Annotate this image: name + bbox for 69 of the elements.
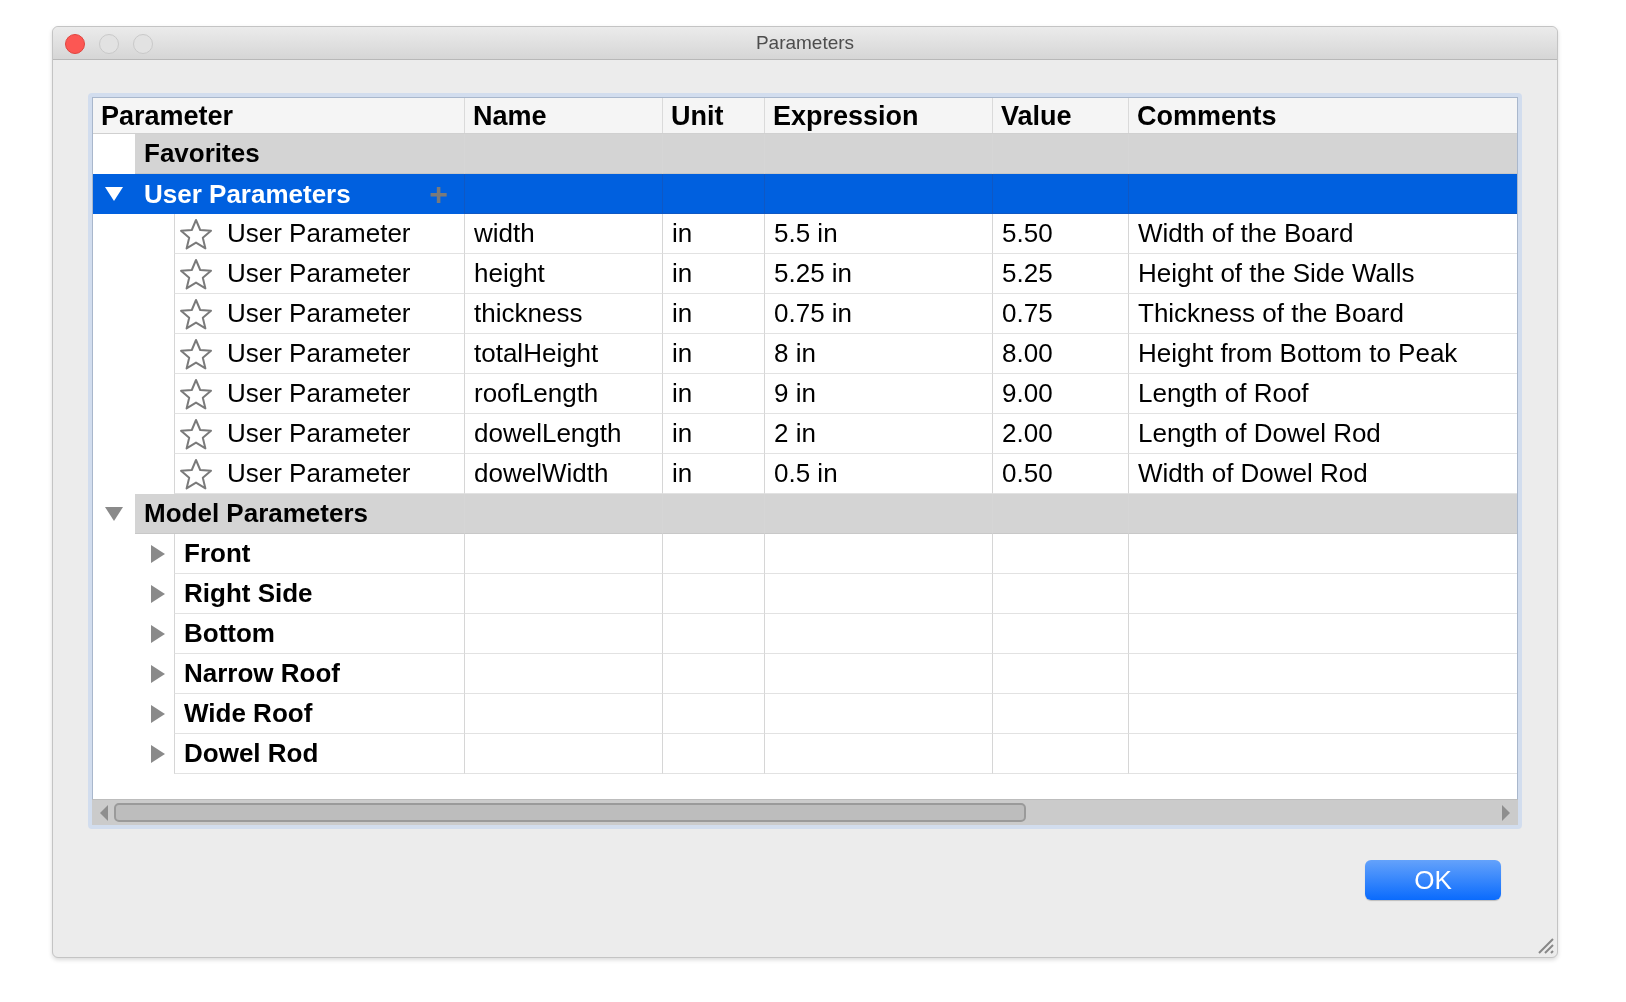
column-header[interactable]: Expression	[764, 98, 992, 133]
table-cell: totalHeight	[464, 334, 662, 374]
horizontal-scrollbar[interactable]	[92, 799, 1518, 825]
component-label[interactable]: Bottom	[179, 618, 275, 649]
parameter-type: User Parameter	[227, 458, 411, 489]
table-cell: 9 in	[764, 374, 992, 414]
component-label[interactable]: Wide Roof	[179, 698, 313, 729]
table-cell: 0.75 in	[764, 294, 992, 334]
close-button[interactable]	[65, 34, 85, 54]
component-label[interactable]: Front	[179, 538, 251, 569]
column-header[interactable]: Name	[464, 98, 662, 133]
scroll-right-icon[interactable]	[1500, 803, 1512, 822]
table-cell: Width of the Board	[1128, 214, 1517, 254]
table-cell: in	[662, 254, 764, 294]
table-cell: Height from Bottom to Peak	[1128, 334, 1517, 374]
table-cell: in	[662, 294, 764, 334]
parameter-type: User Parameter	[227, 338, 411, 369]
parameter-type: User Parameter	[227, 258, 411, 289]
section-row[interactable]: Favorites	[93, 134, 1517, 174]
table-cell: Length of Roof	[1128, 374, 1517, 414]
table-cell: 8 in	[764, 334, 992, 374]
component-label[interactable]: Narrow Roof	[179, 658, 340, 689]
component-label[interactable]: Dowel Rod	[179, 738, 319, 769]
star-icon[interactable]	[179, 337, 213, 370]
table-cell: 0.75	[992, 294, 1128, 334]
table-cell: roofLength	[464, 374, 662, 414]
table-cell: 5.5 in	[764, 214, 992, 254]
window-title: Parameters	[755, 32, 855, 54]
star-icon[interactable]	[179, 457, 213, 490]
table-cell: 5.25 in	[764, 254, 992, 294]
table-cell: 2 in	[764, 414, 992, 454]
table-cell: Thickness of the Board	[1128, 294, 1517, 334]
star-icon[interactable]	[179, 257, 213, 290]
parameter-type: User Parameter	[227, 218, 411, 249]
star-icon[interactable]	[179, 417, 213, 450]
table-cell: 5.25	[992, 254, 1128, 294]
column-header[interactable]: Comments	[1128, 98, 1517, 133]
parameter-type: User Parameter	[227, 378, 411, 409]
table-cell: Length of Dowel Rod	[1128, 414, 1517, 454]
table-cell: height	[464, 254, 662, 294]
section-row[interactable]: User Parameters +	[93, 174, 1517, 214]
table-cell: in	[662, 334, 764, 374]
column-header[interactable]: Parameter	[93, 98, 464, 133]
scroll-left-icon[interactable]	[98, 803, 110, 822]
scrollbar-thumb[interactable]	[114, 803, 1027, 822]
column-header[interactable]: Unit	[662, 98, 764, 133]
parameter-type: User Parameter	[227, 418, 411, 449]
table-cell: 5.50	[992, 214, 1128, 254]
ok-button[interactable]: OK	[1365, 860, 1501, 900]
star-icon[interactable]	[179, 377, 213, 410]
table-cell: thickness	[464, 294, 662, 334]
table-cell: Height of the Side Walls	[1128, 254, 1517, 294]
column-header[interactable]: Value	[992, 98, 1128, 133]
table-cell: 8.00	[992, 334, 1128, 374]
section-row[interactable]: Model Parameters	[93, 494, 1517, 534]
component-label[interactable]: Right Side	[179, 578, 313, 609]
table-cell: in	[662, 414, 764, 454]
table-cell: 2.00	[992, 414, 1128, 454]
section-label: User Parameters	[144, 178, 351, 210]
parameter-type: User Parameter	[227, 298, 411, 329]
table-cell: dowelLength	[464, 414, 662, 454]
star-icon[interactable]	[179, 217, 213, 250]
section-label: Favorites	[144, 138, 260, 169]
table-cell: in	[662, 214, 764, 254]
table-cell: 9.00	[992, 374, 1128, 414]
star-icon[interactable]	[179, 297, 213, 330]
section-label: Model Parameters	[144, 498, 368, 529]
table-cell: in	[662, 374, 764, 414]
table-cell: width	[464, 214, 662, 254]
